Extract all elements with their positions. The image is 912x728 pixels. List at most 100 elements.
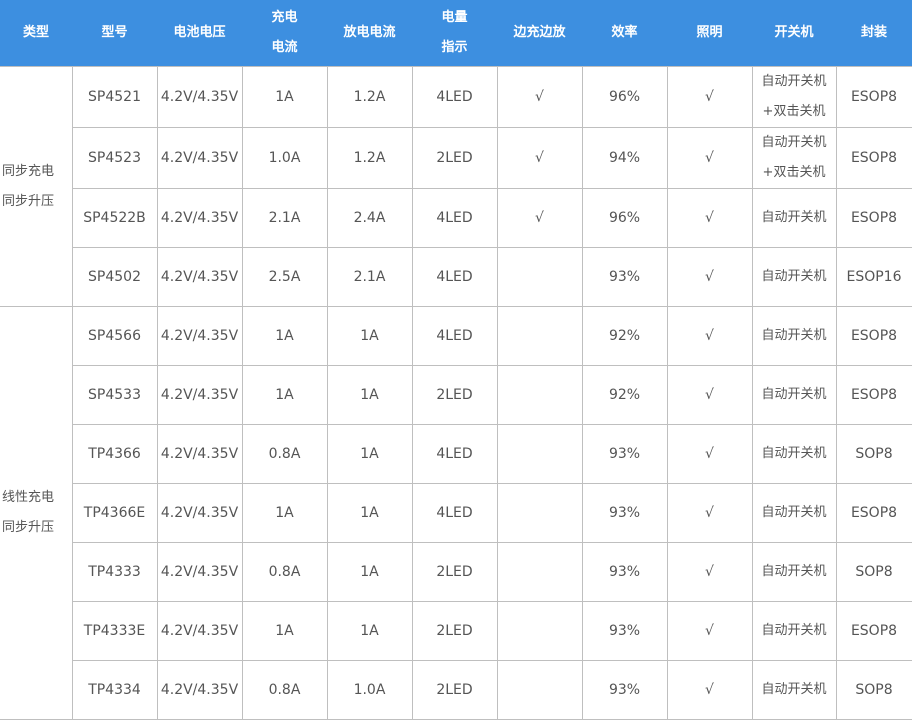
efficiency-cell: 93%	[581, 424, 668, 484]
level-indicator-cell: 4LED	[411, 188, 498, 248]
discharge-current-cell: 1A	[326, 306, 413, 366]
header-level-line2: 指示	[441, 40, 468, 55]
type-group-cell: 同步充电 同步升压	[0, 66, 73, 307]
power-switch-line1: 自动开关机	[761, 623, 827, 638]
power-switch-line1: 自动开关机	[761, 387, 827, 402]
header-charge-current-line1: 充电	[271, 10, 298, 25]
pass-through-cell	[496, 601, 583, 661]
efficiency-cell: 93%	[581, 601, 668, 661]
table-row: 线性充电 同步升压 SP4566 4.2V/4.35V 1A 1A 4LED 92% √ 自动开关…	[0, 306, 912, 720]
header-level-indicator: 电量 指示	[412, 0, 497, 67]
pass-through-cell: √	[496, 127, 583, 189]
lighting-cell: √	[666, 660, 753, 720]
table-row: TP4333E 4.2V/4.35V 1A 1A 2LED 93% √ 自动开关机 ESOP8	[0, 601, 912, 661]
package-cell: ESOP8	[835, 601, 912, 661]
pass-through-cell	[496, 306, 583, 366]
voltage-cell: 4.2V/4.35V	[156, 424, 243, 484]
package-cell: SOP8	[835, 660, 912, 720]
model-cell: SP4521	[71, 66, 158, 128]
power-switch-cell: 自动开关机	[751, 188, 837, 248]
power-switch-cell: 自动开关机	[751, 542, 837, 602]
lighting-cell: √	[666, 247, 753, 307]
header-row: 类型 型号 电池电压 充电 电流 放电电流 电量 指示 边充边放 效率 照明 开…	[0, 0, 912, 67]
power-switch-cell: 自动开关机	[751, 660, 837, 720]
voltage-cell: 4.2V/4.35V	[156, 306, 243, 366]
power-switch-cell: 自动开关机	[751, 247, 837, 307]
power-switch-line1: 自动开关机	[761, 328, 827, 343]
pass-through-cell	[496, 365, 583, 425]
model-cell: TP4334	[71, 660, 158, 720]
efficiency-cell: 96%	[581, 188, 668, 248]
level-indicator-cell: 4LED	[411, 247, 498, 307]
charge-current-cell: 2.5A	[241, 247, 328, 307]
pass-through-cell	[496, 542, 583, 602]
power-switch-cell: 自动开关机	[751, 306, 837, 366]
model-cell: TP4366E	[71, 483, 158, 543]
header-battery-voltage: 电池电压	[157, 0, 242, 67]
voltage-cell: 4.2V/4.35V	[156, 542, 243, 602]
discharge-current-cell: 2.1A	[326, 247, 413, 307]
table-header: 类型 型号 电池电压 充电 电流 放电电流 电量 指示 边充边放 效率 照明 开…	[0, 0, 912, 67]
voltage-cell: 4.2V/4.35V	[156, 247, 243, 307]
model-cell: SP4566	[71, 306, 158, 366]
voltage-cell: 4.2V/4.35V	[156, 66, 243, 128]
efficiency-cell: 93%	[581, 660, 668, 720]
table-row: TP4334 4.2V/4.35V 0.8A 1.0A 2LED 93% √ 自动开关机 SOP…	[0, 660, 912, 720]
level-indicator-cell: 2LED	[411, 542, 498, 602]
pass-through-cell	[496, 424, 583, 484]
power-switch-line1: 自动开关机	[761, 74, 827, 89]
power-switch-line2: +双击关机	[762, 104, 826, 119]
power-switch-line1: 自动开关机	[761, 269, 827, 284]
level-indicator-cell: 2LED	[411, 365, 498, 425]
header-type: 类型	[0, 0, 72, 67]
efficiency-cell: 92%	[581, 306, 668, 366]
pass-through-cell	[496, 247, 583, 307]
charge-current-cell: 1.0A	[241, 127, 328, 189]
package-cell: ESOP8	[835, 306, 912, 366]
lighting-cell: √	[666, 424, 753, 484]
type-label-line2: 同步升压	[2, 520, 55, 535]
model-cell: TP4366	[71, 424, 158, 484]
type-group-cell: 线性充电 同步升压	[0, 306, 73, 720]
charge-current-cell: 0.8A	[241, 424, 328, 484]
voltage-cell: 4.2V/4.35V	[156, 483, 243, 543]
lighting-cell: √	[666, 365, 753, 425]
voltage-cell: 4.2V/4.35V	[156, 601, 243, 661]
voltage-cell: 4.2V/4.35V	[156, 127, 243, 189]
header-charge-current-line2: 电流	[271, 40, 298, 55]
table-row: TP4366E 4.2V/4.35V 1A 1A 4LED 93% √ 自动开关机 ESOP8	[0, 483, 912, 543]
efficiency-cell: 96%	[581, 66, 668, 128]
efficiency-cell: 93%	[581, 247, 668, 307]
model-cell: SP4502	[71, 247, 158, 307]
type-label-line1: 同步充电	[2, 163, 55, 179]
discharge-current-cell: 1A	[326, 542, 413, 602]
model-cell: SP4533	[71, 365, 158, 425]
power-switch-line1: 自动开关机	[761, 210, 827, 225]
table-row: SP4533 4.2V/4.35V 1A 1A 2LED 92% √ 自动开关机 ESOP8	[0, 365, 912, 425]
efficiency-cell: 92%	[581, 365, 668, 425]
pass-through-cell: √	[496, 188, 583, 248]
type-label-line1: 线性充电	[2, 490, 55, 505]
voltage-cell: 4.2V/4.35V	[156, 660, 243, 720]
efficiency-cell: 94%	[581, 127, 668, 189]
level-indicator-cell: 2LED	[411, 127, 498, 189]
table-row: SP4522B 4.2V/4.35V 2.1A 2.4A 4LED √ 96% √ 自动开关机 E…	[0, 188, 912, 248]
table-row: TP4333 4.2V/4.35V 0.8A 1A 2LED 93% √ 自动开关机 SOP8	[0, 542, 912, 602]
header-level-line1: 电量	[441, 10, 468, 25]
header-lighting: 照明	[667, 0, 752, 67]
lighting-cell: √	[666, 66, 753, 128]
package-cell: ESOP8	[835, 483, 912, 543]
level-indicator-cell: 4LED	[411, 66, 498, 128]
charge-current-cell: 1A	[241, 306, 328, 366]
header-discharge-current: 放电电流	[327, 0, 412, 67]
level-indicator-cell: 2LED	[411, 660, 498, 720]
power-switch-cell: 自动开关机	[751, 424, 837, 484]
model-cell: TP4333E	[71, 601, 158, 661]
header-efficiency: 效率	[582, 0, 667, 67]
package-cell: ESOP8	[835, 127, 912, 189]
lighting-cell: √	[666, 542, 753, 602]
header-charge-current: 充电 电流	[242, 0, 327, 67]
power-switch-line1: 自动开关机	[761, 135, 827, 150]
header-power-switch: 开关机	[752, 0, 836, 67]
charge-current-cell: 0.8A	[241, 660, 328, 720]
